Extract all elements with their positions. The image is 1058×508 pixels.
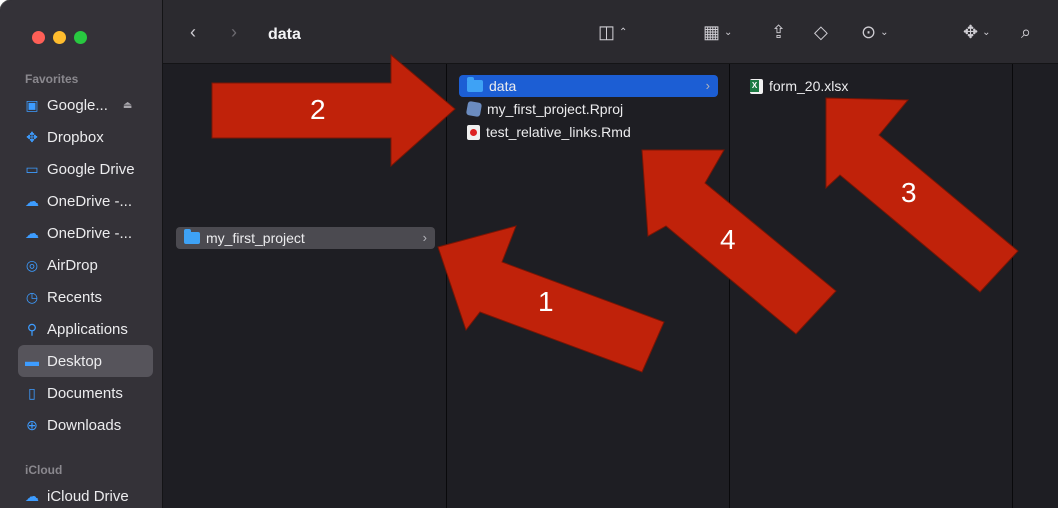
sidebar-item-label: Documents [47, 384, 123, 402]
list-item[interactable]: my_first_project.Rproj [459, 98, 718, 120]
column-view-icon[interactable]: ◫ ⌃ [598, 22, 627, 43]
toolbar: ‹ › data ◫ ⌃ ▦ ⌄ ⇪ ◇ ⊙ ⌄ ✥ ⌄ ⌕ [163, 0, 1058, 64]
icloud-list: ☁ iCloud Drive [18, 480, 153, 508]
tag-icon[interactable]: ◇ [814, 22, 828, 42]
clock-icon: ◷ [25, 288, 39, 305]
dropbox-icon: ✥ [26, 128, 38, 145]
cloud-icon: ☁ [25, 224, 39, 241]
folder-icon [184, 229, 200, 244]
item-name: my_first_project.Rproj [487, 101, 624, 117]
folder-icon: ▭ [25, 160, 39, 177]
sidebar-item-label: Desktop [47, 352, 103, 370]
sidebar-item-label: Recents [47, 288, 103, 306]
sidebar-item-label: iCloud Drive [47, 487, 129, 505]
google-drive-volume-icon: ▣ [25, 96, 39, 113]
list-item[interactable]: my_first_project › [176, 227, 435, 249]
airdrop-icon: ◎ [25, 256, 39, 273]
share-icon[interactable]: ⇪ [771, 22, 786, 42]
sidebar-item-google-volume[interactable]: ▣ Google... ⏏ [18, 89, 153, 121]
window-title: data [268, 26, 301, 43]
window-controls [32, 31, 87, 44]
item-name: test_relative_links.Rmd [486, 124, 631, 140]
document-icon: ▯ [28, 384, 36, 401]
sidebar-item-label: OneDrive -... [47, 192, 133, 210]
sidebar-item-label: AirDrop [47, 256, 98, 274]
eject-icon[interactable]: ⏏ [123, 100, 132, 111]
finder-window: Favorites ▣ Google... ⏏ ✥ Dropbox ▭ Goog… [0, 0, 1058, 508]
item-name: data [489, 78, 517, 94]
sidebar-item-label: Applications [47, 320, 128, 338]
sidebar-item-label: Google... [47, 96, 108, 114]
zoom-window-button[interactable] [74, 31, 87, 44]
dropbox-icon[interactable]: ✥ ⌄ [963, 22, 990, 43]
close-window-button[interactable] [32, 31, 45, 44]
sidebar-item-label: Dropbox [47, 128, 104, 146]
sidebar: Favorites ▣ Google... ⏏ ✥ Dropbox ▭ Goog… [0, 0, 163, 508]
sidebar-item-downloads[interactable]: ⊕ Downloads [18, 409, 153, 441]
minimize-window-button[interactable] [53, 31, 66, 44]
icloud-header: iCloud [25, 463, 63, 477]
sidebar-item-onedrive-1[interactable]: ☁ OneDrive -... [18, 185, 153, 217]
desktop-icon: ▬ [25, 353, 39, 369]
sidebar-item-dropbox[interactable]: ✥ Dropbox [18, 121, 153, 153]
chevron-right-icon: › [422, 230, 427, 245]
list-item[interactable]: test_relative_links.Rmd [459, 121, 718, 143]
favorites-list: ▣ Google... ⏏ ✥ Dropbox ▭ Google Drive ☁… [18, 89, 153, 441]
list-item[interactable]: data › [459, 75, 718, 97]
sidebar-item-onedrive-2[interactable]: ☁ OneDrive -... [18, 217, 153, 249]
more-icon[interactable]: ⊙ ⌄ [861, 22, 888, 43]
sidebar-item-documents[interactable]: ▯ Documents [18, 377, 153, 409]
sidebar-item-recents[interactable]: ◷ Recents [18, 281, 153, 313]
back-icon[interactable]: ‹ [190, 22, 196, 42]
chevron-right-icon: › [705, 78, 710, 93]
download-icon: ⊕ [26, 416, 38, 433]
cloud-icon: ☁ [25, 192, 39, 209]
sidebar-item-label: OneDrive -... [47, 224, 133, 242]
column-1: my_first_project › [164, 64, 447, 508]
cloud-icon: ☁ [25, 487, 39, 504]
sidebar-item-google-drive[interactable]: ▭ Google Drive [18, 153, 153, 185]
list-item[interactable]: form_20.xlsx [742, 75, 1001, 97]
column-2: data › my_first_project.Rproj test_relat… [447, 64, 730, 508]
sidebar-item-label: Google Drive [47, 160, 135, 178]
rproj-file-icon [465, 100, 483, 118]
column-4 [1013, 64, 1058, 508]
column-browser: my_first_project › data › my_first_proje… [164, 64, 1058, 508]
column-3: form_20.xlsx [730, 64, 1013, 508]
rmd-file-icon [467, 124, 480, 140]
forward-icon[interactable]: › [231, 22, 237, 42]
item-name: form_20.xlsx [769, 78, 849, 94]
applications-icon: ⚲ [26, 320, 38, 337]
group-icon[interactable]: ▦ ⌄ [703, 22, 732, 43]
sidebar-item-airdrop[interactable]: ◎ AirDrop [18, 249, 153, 281]
folder-icon [467, 77, 483, 92]
sidebar-item-label: Downloads [47, 416, 122, 434]
search-icon[interactable]: ⌕ [1021, 22, 1031, 42]
favorites-header: Favorites [25, 72, 79, 86]
sidebar-item-applications[interactable]: ⚲ Applications [18, 313, 153, 345]
sidebar-item-desktop[interactable]: ▬ Desktop [18, 345, 153, 377]
excel-file-icon [750, 78, 763, 94]
sidebar-item-icloud-drive[interactable]: ☁ iCloud Drive [18, 480, 153, 508]
item-name: my_first_project [206, 230, 305, 246]
